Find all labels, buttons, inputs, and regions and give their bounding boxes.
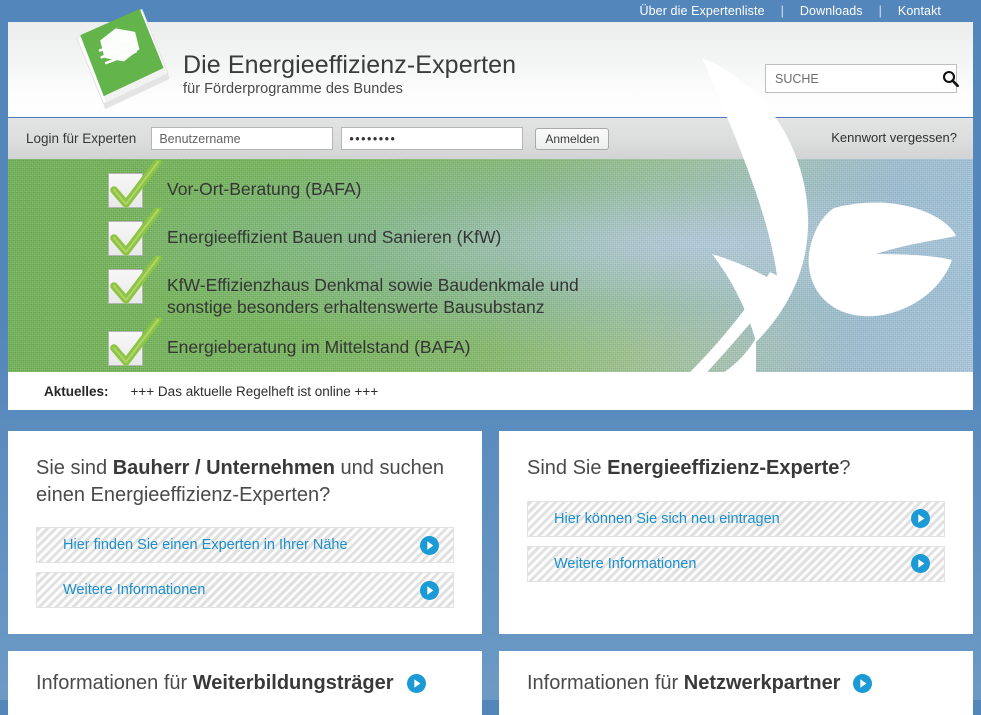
checklist-item-label: KfW-Effizienzhaus Denkmal sowie Baudenkm… <box>167 269 637 318</box>
news-text: +++ Das aktuelle Regelheft ist online ++… <box>131 384 379 399</box>
search-icon <box>942 70 959 87</box>
checklist-item-label: Energieberatung im Mittelstand (BAFA) <box>167 331 470 358</box>
card-title: Sie sind Bauherr / Unternehmen und suche… <box>36 455 454 508</box>
news-label: Aktuelles: <box>44 384 109 399</box>
card-title: Informationen für Netzwerkpartner <box>527 672 840 695</box>
site-header: Die Energieeffizienz-Experten für Förder… <box>8 22 973 118</box>
link-weitere-informationen-bauherr[interactable]: Weitere Informationen <box>36 572 454 608</box>
checklist-item-label: Energieeffizient Bauen und Sanieren (KfW… <box>167 221 501 248</box>
checkbox-frame <box>108 331 143 366</box>
checklist-item[interactable]: Energieberatung im Mittelstand (BAFA) <box>108 331 637 366</box>
card-netzwerkpartner[interactable]: Informationen für Netzwerkpartner <box>499 651 973 715</box>
link-neu-eintragen[interactable]: Hier können Sie sich neu eintragen <box>527 501 945 537</box>
search-box[interactable] <box>765 64 957 93</box>
link-label: Hier können Sie sich neu eintragen <box>554 511 780 527</box>
card-bauherr-unternehmen: Sie sind Bauherr / Unternehmen und suche… <box>8 431 482 634</box>
topnav-separator: | <box>863 4 898 18</box>
login-label: Login für Experten <box>26 131 136 146</box>
card-title: Sind Sie Energieeffizienz-Experte? <box>527 455 945 482</box>
checkbox-frame <box>108 221 143 256</box>
card-title-pre: Sie sind <box>36 457 113 479</box>
news-ticker: Aktuelles: +++ Das aktuelle Regelheft is… <box>8 372 973 410</box>
checklist-item[interactable]: Vor-Ort-Beratung (BAFA) <box>108 173 637 208</box>
card-title-post: ? <box>839 457 850 479</box>
hero-checklist: Vor-Ort-Beratung (BAFA) Energieeffizient… <box>108 173 637 366</box>
link-weitere-informationen-experte[interactable]: Weitere Informationen <box>527 546 945 582</box>
arrow-right-circle-icon <box>420 581 439 600</box>
link-label: Weitere Informationen <box>63 582 205 598</box>
arrow-right-circle-icon <box>911 554 930 573</box>
checklist-item-label: Vor-Ort-Beratung (BAFA) <box>167 173 362 200</box>
login-bar: Login für Experten Anmelden Kennwort ver… <box>8 118 973 159</box>
top-utility-nav: Über die Expertenliste | Downloads | Kon… <box>0 0 981 22</box>
card-title-pre: Sind Sie <box>527 457 607 479</box>
topnav-item-kontakt[interactable]: Kontakt <box>898 4 941 18</box>
card-title-bold: Weiterbildungsträger <box>193 672 394 694</box>
topnav-item-ueber-die-expertenliste[interactable]: Über die Expertenliste <box>639 4 764 18</box>
arrow-right-circle-icon <box>911 509 930 528</box>
page-shell: Die Energieeffizienz-Experten für Förder… <box>8 22 973 700</box>
checklist-item[interactable]: Energieeffizient Bauen und Sanieren (KfW… <box>108 221 637 256</box>
login-submit-button[interactable]: Anmelden <box>535 128 609 150</box>
search-input[interactable] <box>766 65 942 92</box>
page-title: Die Energieeffizienz-Experten <box>183 52 516 78</box>
arrow-right-circle-icon <box>420 536 439 555</box>
topnav-item-downloads[interactable]: Downloads <box>800 4 863 18</box>
arrow-right-circle-icon <box>853 674 872 693</box>
search-button[interactable] <box>942 65 959 92</box>
checkmark-icon <box>106 318 162 372</box>
checkbox-frame <box>108 173 143 208</box>
checkmark-icon <box>106 208 162 262</box>
card-title: Informationen für Weiterbildungsträger <box>36 672 394 695</box>
card-title-pre: Informationen für <box>527 672 684 694</box>
username-input[interactable] <box>151 127 333 150</box>
forgot-password-link[interactable]: Kennwort vergessen? <box>831 130 957 145</box>
checkmark-icon <box>106 256 162 310</box>
card-title-pre: Informationen für <box>36 672 193 694</box>
card-title-bold: Netzwerkpartner <box>684 672 841 694</box>
card-title-bold: Energieeffizienz-Experte <box>607 457 839 479</box>
topnav-separator: | <box>765 4 800 18</box>
hero-banner: Vor-Ort-Beratung (BAFA) Energieeffizient… <box>8 159 973 372</box>
card-title-bold: Bauherr / Unternehmen <box>113 457 335 479</box>
link-label: Hier finden Sie einen Experten in Ihrer … <box>63 537 348 553</box>
arrow-right-circle-icon <box>407 674 426 693</box>
card-grid: Sie sind Bauherr / Unternehmen und suche… <box>8 431 973 634</box>
card-grid-bottom: Informationen für Weiterbildungsträger I… <box>8 651 973 715</box>
page-subtitle: für Förderprogramme des Bundes <box>183 81 516 97</box>
card-energieeffizienz-experte: Sind Sie Energieeffizienz-Experte? Hier … <box>499 431 973 634</box>
checklist-item[interactable]: KfW-Effizienzhaus Denkmal sowie Baudenkm… <box>108 269 637 318</box>
link-experten-in-ihrer-naehe[interactable]: Hier finden Sie einen Experten in Ihrer … <box>36 527 454 563</box>
card-weiterbildungstraeger[interactable]: Informationen für Weiterbildungsträger <box>8 651 482 715</box>
password-input[interactable] <box>341 127 523 150</box>
checkbox-frame <box>108 269 143 304</box>
site-title-block: Die Energieeffizienz-Experten für Förder… <box>183 52 516 97</box>
link-label: Weitere Informationen <box>554 556 696 572</box>
